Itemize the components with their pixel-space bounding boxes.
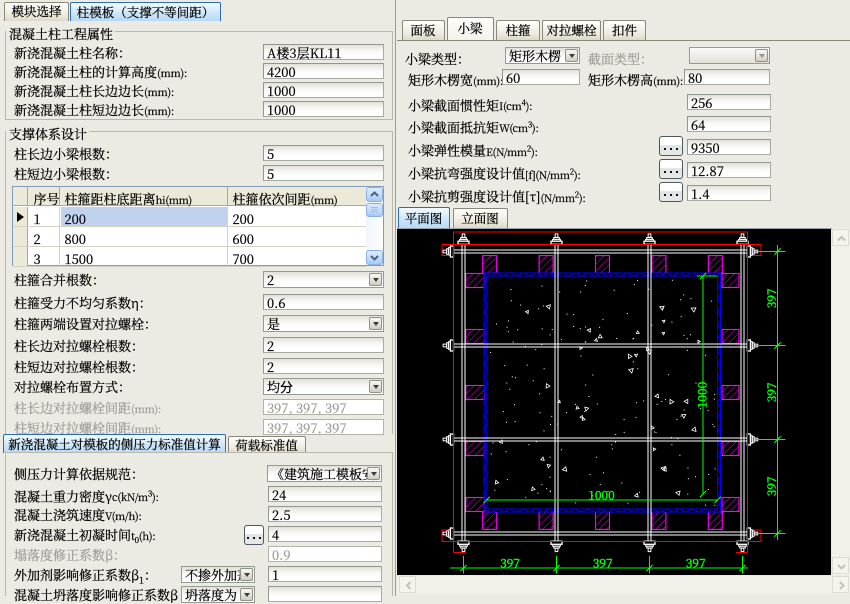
svg-text:397: 397 <box>686 555 706 572</box>
svg-text:1000: 1000 <box>588 487 615 504</box>
svg-text:397: 397 <box>500 555 520 572</box>
svg-text:397: 397 <box>763 382 780 402</box>
svg-text:397: 397 <box>763 288 780 308</box>
svg-text:1000: 1000 <box>694 381 711 408</box>
svg-text:397: 397 <box>593 555 613 572</box>
svg-text:397: 397 <box>763 476 780 496</box>
